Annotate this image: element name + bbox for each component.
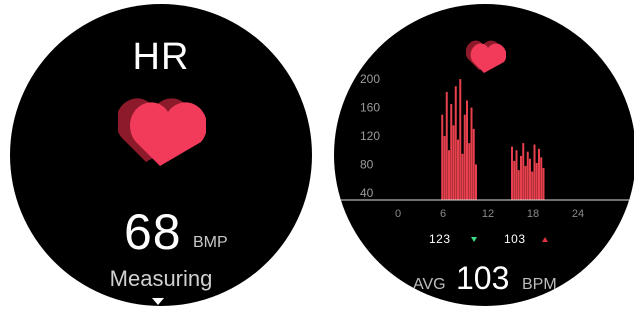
avg-label: AVG: [413, 276, 446, 293]
chart-bar: [472, 128, 475, 200]
chart-bar: [522, 143, 525, 200]
chart-bar: [511, 146, 513, 200]
x-tick-label: 18: [527, 208, 539, 220]
chart-bar: [470, 107, 473, 200]
chart-bar: [466, 100, 468, 200]
heart-rate-unit: BMP: [193, 234, 228, 251]
chart-bar: [520, 155, 522, 200]
chart-bar: [450, 104, 453, 200]
measuring-status: Measuring: [109, 266, 213, 291]
y-tick-label: 160: [360, 101, 380, 115]
chart-bar: [513, 160, 516, 200]
chart-bar: [542, 168, 545, 200]
hr-measure-watch-face: HR 68 BMP Measuring: [10, 4, 312, 306]
chart-bar: [463, 114, 466, 200]
min-value: 123: [429, 232, 451, 246]
chart-bar: [452, 125, 455, 200]
x-tick-label: 0: [395, 208, 401, 220]
chevron-down-icon[interactable]: [152, 298, 164, 305]
down-arrow-icon: [471, 237, 477, 242]
screen-title: HR: [132, 36, 190, 78]
y-tick-label: 200: [360, 72, 380, 86]
x-tick-label: 6: [440, 208, 446, 220]
y-tick-label: 120: [360, 129, 380, 143]
chart-bar: [441, 114, 444, 200]
chart-bar: [457, 139, 459, 200]
min-max-row: 123 103: [334, 232, 634, 250]
chart-bar: [515, 150, 518, 200]
hr-history-watch-face: 200 160 120 80 40 0 6 12 18 24 123 103 AVG 103 B…: [334, 4, 634, 306]
chart-bar: [529, 158, 531, 200]
avg-value: 103: [456, 260, 510, 296]
x-axis-labels: 0 6 12 18 24: [395, 208, 584, 220]
chart-bar: [475, 164, 477, 200]
chart-bar: [448, 150, 450, 200]
y-tick-label: 80: [360, 157, 374, 171]
max-value: 103: [504, 232, 526, 246]
chart-bar: [533, 144, 536, 200]
chart-bar: [461, 153, 464, 200]
heart-icon: [118, 98, 206, 166]
y-tick-label: 40: [360, 186, 374, 200]
avg-unit: BPM: [522, 276, 557, 293]
y-axis-labels: 200 160 120 80 40: [360, 72, 380, 200]
x-tick-label: 24: [572, 208, 584, 220]
chart-bar: [459, 79, 462, 200]
chart-bar: [445, 91, 448, 200]
chart-bars: [441, 79, 545, 200]
chart-bar: [538, 148, 540, 200]
chart-bar: [535, 163, 538, 200]
chart-bar: [540, 157, 543, 200]
x-tick-label: 12: [482, 208, 494, 220]
chart-bar: [517, 170, 520, 200]
chart-bar: [531, 171, 534, 200]
up-arrow-icon: [542, 237, 548, 242]
chart-bar: [468, 143, 471, 200]
chart-bar: [454, 86, 457, 200]
chart-bar: [526, 151, 529, 200]
heart-rate-value: 68: [124, 204, 182, 260]
chart-bar: [524, 165, 527, 200]
chart-bar: [443, 136, 446, 200]
